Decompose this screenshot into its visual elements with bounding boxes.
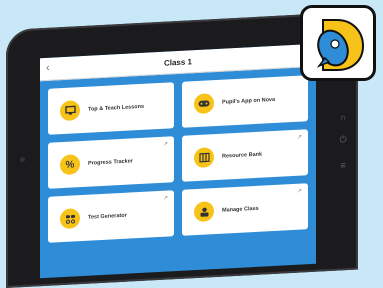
percent-icon: % <box>60 154 80 176</box>
tile-label: Pupil's App on Nova <box>222 96 276 106</box>
book-icon <box>194 147 214 169</box>
back-arrow-icon[interactable]: ‹ <box>46 62 50 74</box>
menu-lines-icon: ≡ <box>340 160 346 171</box>
gamepad-icon <box>194 93 214 115</box>
tile-grid: Top & Teach Lessons Pupil's App on Nova … <box>40 67 316 243</box>
external-link-icon: ↗ <box>296 134 302 141</box>
tile-pupils-app[interactable]: Pupil's App on Nova <box>182 75 308 128</box>
tile-progress-tracker[interactable]: % Progress Tracker ↗ <box>48 136 174 189</box>
page-title: Class 1 <box>163 56 193 68</box>
app-screen: ‹ Class 1 Top & Teach Lessons Pupil's Ap… <box>40 43 316 279</box>
tile-manage-class[interactable]: Manage Class ↗ <box>182 183 308 236</box>
tile-label: Progress Tracker <box>88 158 133 167</box>
tile-label: Test Generator <box>88 212 127 221</box>
camera <box>20 157 25 163</box>
power-icon: ⏻ <box>339 134 347 145</box>
external-link-icon: ↗ <box>162 195 168 202</box>
rocket-logo-icon <box>316 19 365 71</box>
tile-label: Manage Class <box>222 205 259 214</box>
tile-test-generator[interactable]: Test Generator ↗ <box>48 190 174 243</box>
generator-icon <box>60 208 80 230</box>
external-link-icon: ↗ <box>162 141 168 148</box>
monitor-icon <box>60 100 80 122</box>
bezel-icon: ∩ <box>339 112 347 123</box>
tile-label: Resource Bank <box>222 151 263 160</box>
tile-resource-bank[interactable]: Resource Bank ↗ <box>182 129 308 182</box>
tile-label: Top & Teach Lessons <box>88 103 145 113</box>
external-link-icon: ↗ <box>296 188 302 195</box>
person-icon <box>194 201 214 223</box>
tile-top-teach-lessons[interactable]: Top & Teach Lessons <box>48 82 174 135</box>
app-logo <box>300 5 376 81</box>
